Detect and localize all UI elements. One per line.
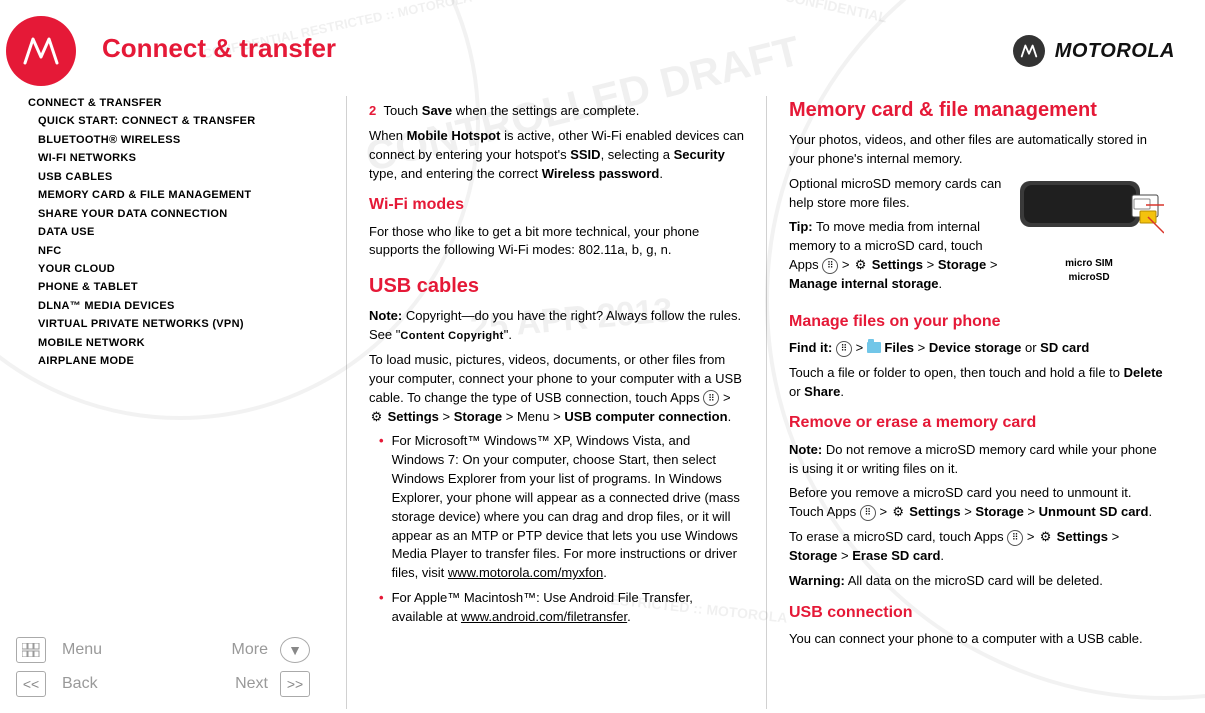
hotspot-paragraph: When Mobile Hotspot is active, other Wi-… xyxy=(369,127,744,184)
bullet-dot-icon: • xyxy=(379,432,384,583)
usb-note: Note: Copyright—do you have the right? A… xyxy=(369,307,744,345)
nav-item[interactable]: USB cables xyxy=(38,170,324,186)
apps-grid-icon: ⠿ xyxy=(822,258,838,274)
gear-icon: ⚙ xyxy=(853,258,868,273)
back-label[interactable]: Back xyxy=(62,675,98,693)
nav-item[interactable]: Bluetooth® wireless xyxy=(38,133,324,149)
bullet-mac: • For Apple™ Macintosh™: Use Android Fil… xyxy=(379,589,744,627)
next-label[interactable]: Next xyxy=(235,675,268,693)
heading-usb-cables: USB cables xyxy=(369,272,744,301)
phone-diagram: micro SIM microSD xyxy=(1014,175,1164,286)
page-title: Connect & transfer xyxy=(102,33,336,64)
brand-text: MOTOROLA xyxy=(1055,40,1175,63)
manage-files-p: Touch a file or folder to open, then tou… xyxy=(789,364,1164,402)
brand-mark: MOTOROLA xyxy=(1013,35,1175,67)
nav-item[interactable]: Airplane mode xyxy=(38,354,324,370)
heading-remove-erase: Remove or erase a memory card xyxy=(789,411,1164,434)
nav-item[interactable]: Share your data connection xyxy=(38,207,324,223)
nav-item[interactable]: Memory card & file management xyxy=(38,188,324,204)
usb-how-to: To load music, pictures, videos, documen… xyxy=(369,351,744,426)
moto-logo-icon xyxy=(6,16,76,86)
bullet-windows: • For Microsoft™ Windows™ XP, Windows Vi… xyxy=(379,432,744,583)
nav-item[interactable]: NFC xyxy=(38,244,324,260)
nav-item[interactable]: Data use xyxy=(38,225,324,241)
apps-grid-icon: ⠿ xyxy=(1007,530,1023,546)
erase-p: To erase a microSD card, touch Apps ⠿ > … xyxy=(789,528,1164,566)
nav-item[interactable]: Phone & tablet xyxy=(38,280,324,296)
heading-manage-files: Manage files on your phone xyxy=(789,310,1164,333)
apps-grid-icon: ⠿ xyxy=(836,341,852,357)
link-filetransfer[interactable]: www.android.com/filetransfer xyxy=(461,609,627,624)
find-it-line: Find it: ⠿ > Files > Device storage or S… xyxy=(789,339,1164,358)
remove-note: Note: Do not remove a microSD memory car… xyxy=(789,441,1164,479)
more-down-icon[interactable]: ▼ xyxy=(280,637,310,663)
diagram-label-sim: micro SIM xyxy=(1014,257,1164,272)
nav-item[interactable]: Quick start: Connect & transfer xyxy=(38,114,324,130)
nav-section-title: Connect & transfer xyxy=(28,96,324,112)
back-icon[interactable]: << xyxy=(16,671,46,697)
link-myxfon[interactable]: www.motorola.com/myxfon xyxy=(448,565,603,580)
nav-item[interactable]: DLNA™ media devices xyxy=(38,299,324,315)
step-number: 2 xyxy=(369,103,376,118)
content-col-2: Memory card & file management Your photo… xyxy=(766,96,1186,709)
nav-item[interactable]: Mobile network xyxy=(38,336,324,352)
heading-memory-card: Memory card & file management xyxy=(789,96,1164,125)
nav-item[interactable]: Wi-Fi Networks xyxy=(38,151,324,167)
folder-icon xyxy=(867,342,881,353)
step-2: 2 Touch Save when the settings are compl… xyxy=(369,102,744,121)
page-header: Connect & transfer MOTOROLA xyxy=(0,0,1205,96)
footer-controls: Menu More ▼ << Back Next >> xyxy=(8,633,318,701)
moto-logo-small-icon xyxy=(1013,35,1045,67)
nav-item[interactable]: Your cloud xyxy=(38,262,324,278)
wifi-modes-text: For those who like to get a bit more tec… xyxy=(369,223,744,261)
gear-icon: ⚙ xyxy=(891,505,906,520)
menu-label[interactable]: Menu xyxy=(62,641,102,659)
apps-grid-icon: ⠿ xyxy=(860,505,876,521)
diagram-label-sd: microSD xyxy=(1014,271,1164,286)
gear-icon: ⚙ xyxy=(1038,530,1053,545)
usb-connection-p: You can connect your phone to a computer… xyxy=(789,630,1164,649)
gear-icon: ⚙ xyxy=(369,410,384,425)
bullet-dot-icon: • xyxy=(379,589,384,627)
sidebar-nav: Connect & transfer Quick start: Connect … xyxy=(6,96,346,709)
mem-p1: Your photos, videos, and other files are… xyxy=(789,131,1164,169)
heading-wifi-modes: Wi-Fi modes xyxy=(369,193,744,216)
menu-grid-icon[interactable] xyxy=(16,637,46,663)
unmount-p: Before you remove a microSD card you nee… xyxy=(789,484,1164,522)
nav-item[interactable]: Virtual Private Networks (VPN) xyxy=(38,317,324,333)
next-icon[interactable]: >> xyxy=(280,671,310,697)
heading-usb-connection: USB connection xyxy=(789,601,1164,624)
more-label[interactable]: More xyxy=(232,641,268,659)
warning-p: Warning: All data on the microSD card wi… xyxy=(789,572,1164,591)
apps-grid-icon: ⠿ xyxy=(703,390,719,406)
content-col-1: 2 Touch Save when the settings are compl… xyxy=(346,96,766,709)
